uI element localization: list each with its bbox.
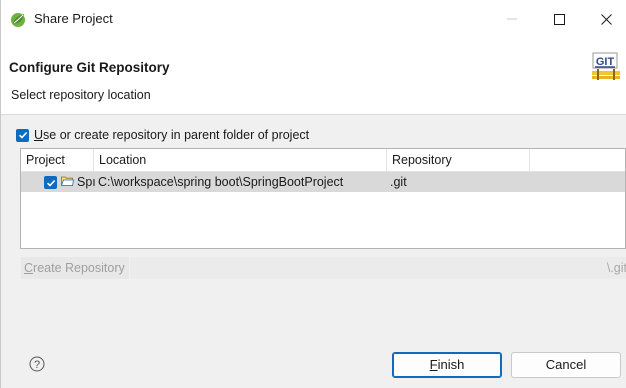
create-repository-button[interactable]: Create Repository [21, 257, 129, 279]
column-header-repository[interactable]: Repository [387, 149, 530, 171]
use-parent-label-rest: se or create repository in parent folder… [43, 128, 310, 142]
row-checkbox[interactable] [44, 176, 57, 189]
column-header-location[interactable]: Location [94, 149, 387, 171]
minimize-button[interactable] [489, 0, 535, 38]
help-icon[interactable]: ? [29, 356, 45, 372]
repository-path-suffix: \.git [606, 261, 626, 275]
table-row[interactable]: Spı C:\workspace\spring boot\SpringBootP… [21, 172, 625, 192]
maximize-icon [553, 13, 565, 25]
column-header-project[interactable]: Project [21, 149, 94, 171]
git-logo: GIT [591, 52, 621, 82]
page-description: Select repository location [11, 88, 151, 102]
repository-path-field[interactable]: \.git [130, 257, 626, 279]
table-header: Project Location Repository [21, 149, 625, 172]
maximize-button[interactable] [536, 0, 582, 38]
row-location: C:\workspace\spring boot\SpringBootProje… [98, 175, 344, 189]
finish-button[interactable]: Finish [392, 352, 502, 378]
share-project-dialog: Share Project Configure Git Repository S… [0, 0, 626, 388]
create-repository-label-rest: reate Repository [33, 261, 125, 275]
project-repository-table[interactable]: Project Location Repository Spı C:\works… [20, 148, 626, 249]
footer-divider [1, 340, 626, 341]
row-project-name: Spı [77, 175, 96, 189]
cancel-button[interactable]: Cancel [511, 352, 621, 378]
project-folder-icon [60, 175, 74, 187]
mnemonic-u: U [34, 128, 44, 142]
column-header-blank [530, 149, 626, 171]
page-title: Configure Git Repository [9, 60, 170, 75]
finish-label-rest: inish [437, 357, 465, 372]
close-icon [600, 13, 612, 25]
checkbox-checked-icon [16, 128, 29, 142]
row-repository: .git [390, 175, 407, 189]
use-parent-folder-checkbox[interactable]: Use or create repository in parent folde… [16, 128, 309, 142]
mnemonic-c: C [24, 261, 34, 275]
svg-text:?: ? [34, 359, 40, 371]
mnemonic-f: F [429, 357, 438, 372]
eclipse-spring-icon [10, 12, 26, 28]
window-title: Share Project [34, 11, 113, 26]
git-logo-text: GIT [596, 56, 615, 68]
title-bar: Share Project [1, 0, 626, 38]
wizard-header: Configure Git Repository Select reposito… [1, 38, 626, 115]
use-parent-folder-label: Use or create repository in parent folde… [34, 128, 309, 142]
close-button[interactable] [583, 0, 626, 38]
minimize-icon [507, 18, 517, 20]
checkbox-checked-icon [46, 179, 55, 187]
